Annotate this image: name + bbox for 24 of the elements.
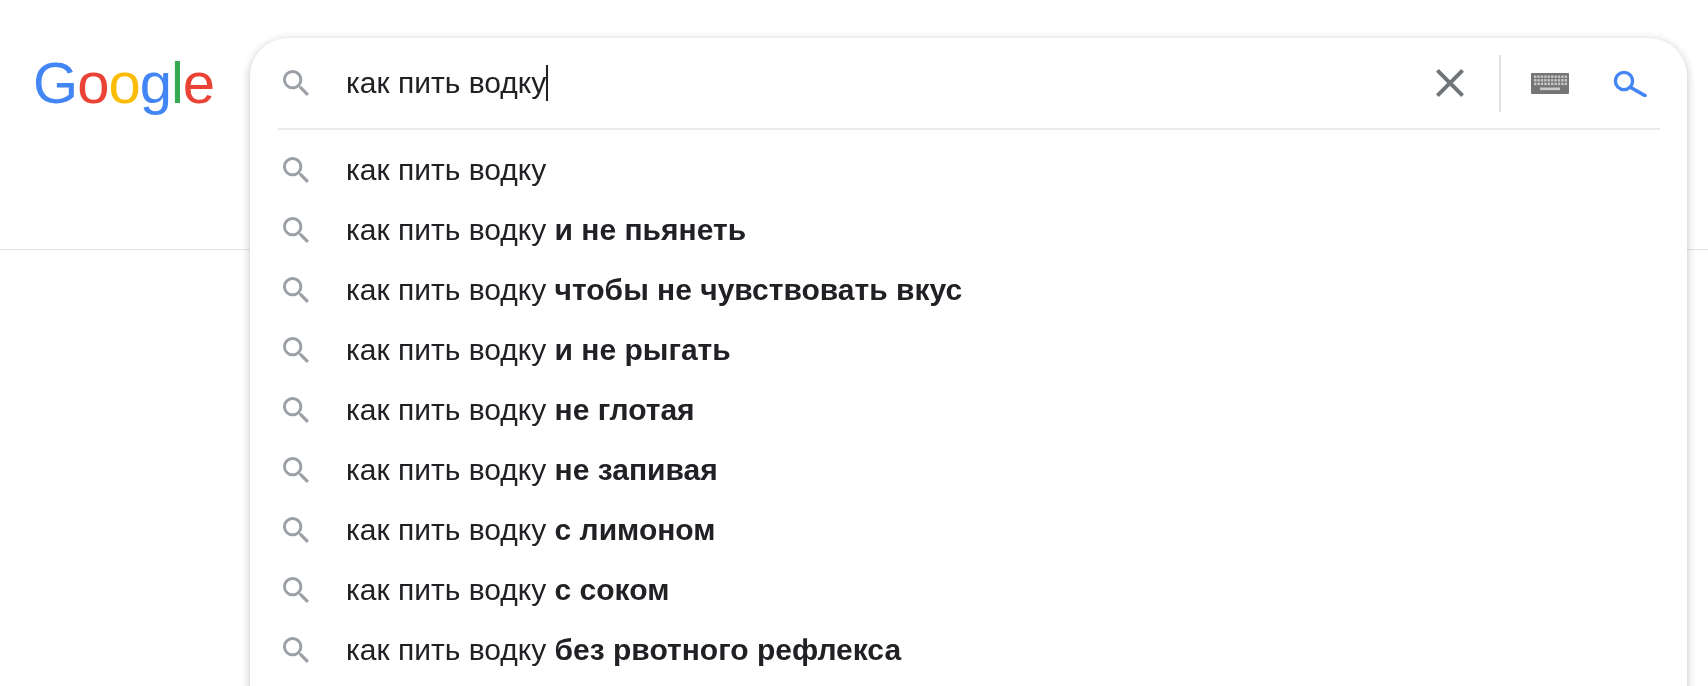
clear-icon[interactable] [1436,69,1464,97]
suggestion-item[interactable]: как пить водку не глотая [283,380,695,440]
search-icon [283,70,309,96]
keyboard-icon[interactable] [1531,72,1569,94]
search-icon [283,337,309,363]
suggestion-item[interactable]: как пить водку и не рыгать [283,320,731,380]
search-icon [283,637,309,663]
search-icon[interactable] [1612,69,1647,97]
suggestion-item[interactable]: как пить водку с лимоном [283,500,716,560]
search-input[interactable]: как пить водку [346,63,1436,103]
search-icon [283,217,309,243]
suggestion-item[interactable]: как пить водку без рвотного рефлекса [283,620,902,680]
text-cursor-icon [546,65,549,101]
suggestion-item[interactable]: как пить водку не запивая [283,440,718,500]
search-icon [283,577,309,603]
search-icon [283,517,309,543]
suggestion-item[interactable]: как пить водку и не пьянеть [283,200,747,260]
search-icon [283,157,309,183]
search-icon [283,397,309,423]
search-icon [283,277,309,303]
suggestion-item[interactable]: как пить водку чтобы не чувствовать вкус [283,260,963,320]
suggestion-item[interactable]: как пить водку с соком [283,560,670,620]
suggestion-item[interactable]: как пить водку [283,140,547,200]
search-icon [283,457,309,483]
